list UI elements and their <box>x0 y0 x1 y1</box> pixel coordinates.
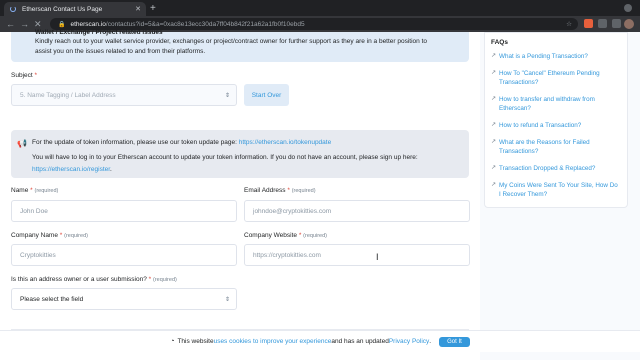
cookies-link[interactable]: uses cookies to improve your experience <box>214 338 332 345</box>
faq-item[interactable]: ↗ How To "Cancel" Ethereum Pending Trans… <box>491 69 621 87</box>
notice-text: Kindly reach out to your wallet service … <box>35 38 428 55</box>
faq-item[interactable]: ↗ What is a Pending Transaction? <box>491 52 621 61</box>
browser-tab-bar: Etherscan Contact Us Page ✕ + <box>0 0 640 16</box>
token-notice-line2: You will have to log in to your Ethersca… <box>32 154 418 173</box>
lock-icon: 🔒 <box>58 21 66 28</box>
faq-item[interactable]: ↗ Transaction Dropped & Replaced? <box>491 164 621 173</box>
company-name-label: Company Name * (required) <box>11 232 88 239</box>
select-arrows-icon: ⇕ <box>224 92 230 99</box>
company-name-field[interactable]: Cryptokitties <box>11 244 237 266</box>
faq-item[interactable]: ↗ What are the Reasons for Failed Transa… <box>491 138 621 156</box>
extensions-puzzle-icon[interactable] <box>612 19 621 28</box>
external-link-icon: ↗ <box>491 139 497 145</box>
faq-card: FAQs ↗ What is a Pending Transaction? ↗ … <box>484 32 628 208</box>
subject-select[interactable]: 5. Name Tagging / Label Address ⇕ <box>11 84 237 106</box>
external-link-icon: ↗ <box>491 96 497 102</box>
token-update-link[interactable]: https://etherscan.io/tokenupdate <box>239 139 332 146</box>
loading-icon <box>10 6 16 12</box>
notice-title: Wallet / Exchange / Project related issu… <box>35 29 163 36</box>
external-link-icon: ↗ <box>491 165 497 171</box>
tab-title: Etherscan Contact Us Page <box>22 5 103 13</box>
text-cursor-icon: I <box>376 252 379 262</box>
select-arrows-icon: ⇕ <box>224 296 230 303</box>
page-content: Wallet / Exchange / Project related issu… <box>0 29 640 360</box>
faq-item[interactable]: ↗ How to transfer and withdraw from Ethe… <box>491 95 621 113</box>
contact-form-area: Wallet / Exchange / Project related issu… <box>0 29 480 360</box>
back-icon[interactable]: ← <box>6 19 15 29</box>
new-tab-icon[interactable]: + <box>150 3 156 14</box>
got-it-button[interactable]: Got It <box>439 336 470 347</box>
external-link-icon: ↗ <box>491 182 497 188</box>
name-label: Name * (required) <box>11 187 59 194</box>
forward-icon[interactable]: → <box>20 19 29 29</box>
close-tab-icon[interactable]: ✕ <box>135 5 141 13</box>
external-link-icon: ↗ <box>491 53 497 59</box>
owner-submission-label: Is this an address owner or a user submi… <box>11 276 177 283</box>
bookmark-star-icon[interactable]: ☆ <box>566 20 572 28</box>
company-website-field[interactable]: https://cryptokitties.com <box>244 244 470 266</box>
profile-avatar[interactable] <box>624 19 634 29</box>
faq-item[interactable]: ↗ How to refund a Transaction? <box>491 121 621 130</box>
email-label: Email Address * (required) <box>244 187 316 194</box>
token-notice-line1: For the update of token information, ple… <box>32 139 332 146</box>
cookie-banner: ◔ This website uses cookies to improve y… <box>0 330 640 352</box>
external-link-icon: ↗ <box>491 70 497 76</box>
window-control-icon[interactable] <box>624 4 632 12</box>
megaphone-icon: 📢 <box>17 139 27 148</box>
url-host: etherscan.io <box>70 20 106 28</box>
subject-label: Subject * <box>11 72 38 79</box>
browser-tab[interactable]: Etherscan Contact Us Page ✕ <box>4 2 146 16</box>
email-field[interactable]: johndoe@cryptokitties.com <box>244 200 470 222</box>
cookie-icon: ◔ <box>170 338 175 345</box>
faq-title: FAQs <box>491 39 508 46</box>
company-website-label: Company Website * (required) <box>244 232 327 239</box>
owner-submission-select[interactable]: Please select the field ⇕ <box>11 288 237 310</box>
extension-icon[interactable] <box>598 19 607 28</box>
faq-item[interactable]: ↗ My Coins Were Sent To Your Site, How D… <box>491 181 621 199</box>
register-link[interactable]: https://etherscan.io/register <box>32 166 110 173</box>
wallet-issues-notice: Wallet / Exchange / Project related issu… <box>11 29 469 62</box>
name-field[interactable]: John Doe <box>11 200 237 222</box>
token-update-notice: 📢 For the update of token information, p… <box>11 130 469 178</box>
external-link-icon: ↗ <box>491 122 497 128</box>
privacy-policy-link[interactable]: Privacy Policy <box>389 338 429 345</box>
start-over-button[interactable]: Start Over <box>244 84 289 106</box>
url-path: /contactus?id=5&a=0xac8e13ecc30da7ff04b8… <box>105 20 305 28</box>
metamask-extension-icon[interactable] <box>584 19 593 28</box>
faq-sidebar: FAQs ↗ What is a Pending Transaction? ↗ … <box>480 32 640 360</box>
